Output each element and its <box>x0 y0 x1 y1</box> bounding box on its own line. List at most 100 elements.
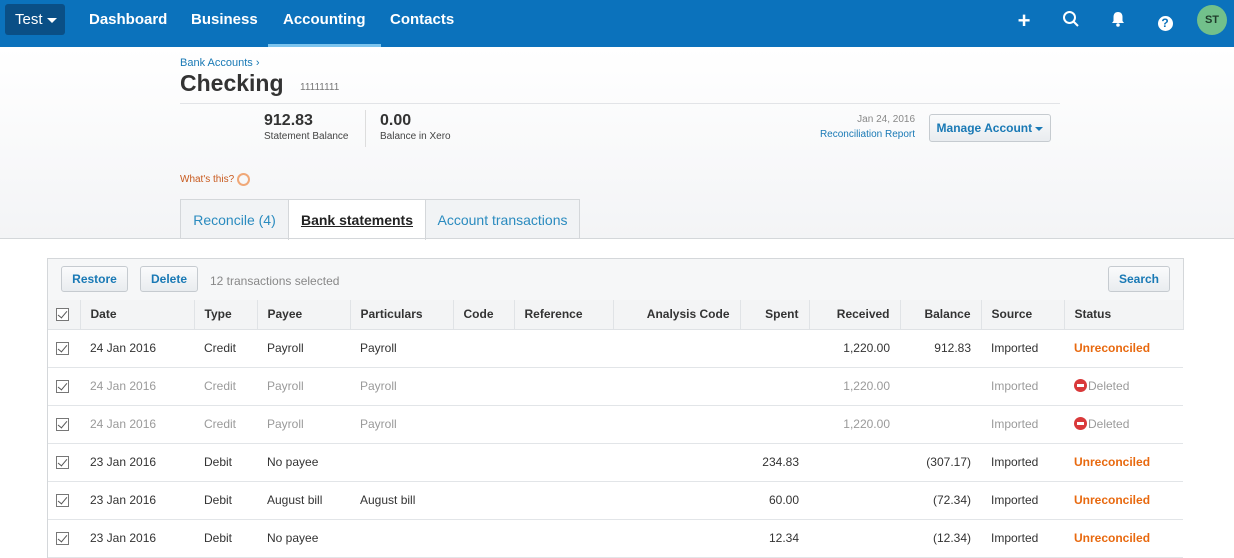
cell-code <box>453 329 514 368</box>
cell-payee: Payroll <box>257 405 350 444</box>
org-switcher[interactable]: Test <box>5 4 65 35</box>
cell-analysis-code <box>613 367 740 406</box>
org-name: Test <box>15 11 43 28</box>
xero-balance-value: 0.00 <box>380 112 412 129</box>
speech-bubble-icon <box>236 173 250 186</box>
cell-reference <box>514 519 613 558</box>
col-status[interactable]: Status <box>1064 300 1184 330</box>
account-number: 11111111 <box>300 82 340 93</box>
cell-source: Imported <box>981 367 1064 406</box>
cell-status: Deleted <box>1064 367 1183 406</box>
tab-bank-statements[interactable]: Bank statements <box>288 199 426 240</box>
help-icon[interactable]: ? <box>1154 10 1176 32</box>
cell-date: 23 Jan 2016 <box>80 519 194 558</box>
table-row[interactable]: 24 Jan 2016 Credit Payroll Payroll 1,220.00 9… <box>48 329 1183 368</box>
cell-analysis-code <box>613 519 740 558</box>
whats-this-link[interactable]: What's this? <box>180 173 250 186</box>
col-type[interactable]: Type <box>194 300 258 330</box>
cell-source: Imported <box>981 405 1064 444</box>
cell-spent <box>740 329 809 368</box>
cell-date: 24 Jan 2016 <box>80 329 194 368</box>
tab-account-transactions[interactable]: Account transactions <box>425 199 580 239</box>
statement-balance-label: Statement Balance <box>264 131 349 142</box>
col-payee[interactable]: Payee <box>257 300 351 330</box>
nav-dashboard[interactable]: Dashboard <box>89 0 167 47</box>
row-checkbox[interactable] <box>56 532 69 546</box>
cell-balance: 912.83 <box>900 329 981 368</box>
add-icon[interactable]: + <box>1013 10 1035 32</box>
whats-this-label: What's this? <box>180 174 235 186</box>
row-checkbox[interactable] <box>56 418 69 432</box>
row-checkbox[interactable] <box>56 494 69 508</box>
col-source[interactable]: Source <box>981 300 1065 330</box>
row-checkbox[interactable] <box>56 342 69 356</box>
cell-status: Unreconciled <box>1064 329 1183 368</box>
cell-analysis-code <box>613 443 740 482</box>
col-date[interactable]: Date <box>80 300 195 330</box>
breadcrumb-bank-accounts[interactable]: Bank Accounts › <box>180 57 260 69</box>
cell-particulars: Payroll <box>350 367 453 406</box>
search-icon[interactable] <box>1060 10 1082 32</box>
cell-analysis-code <box>613 481 740 520</box>
report-date: Jan 24, 2016 <box>857 114 915 125</box>
restore-button[interactable]: Restore <box>61 266 128 292</box>
cell-spent: 12.34 <box>740 519 809 558</box>
select-all-checkbox[interactable] <box>56 308 69 322</box>
cell-balance: (12.34) <box>900 519 981 558</box>
caret-down-icon <box>1035 126 1044 131</box>
cell-balance: (72.34) <box>900 481 981 520</box>
col-balance[interactable]: Balance <box>900 300 982 330</box>
nav-business[interactable]: Business <box>191 0 258 47</box>
status-label: Deleted <box>1088 417 1130 431</box>
cell-reference <box>514 367 613 406</box>
delete-button[interactable]: Delete <box>140 266 198 292</box>
nav-accounting[interactable]: Accounting <box>268 0 381 47</box>
user-avatar[interactable]: ST <box>1197 5 1227 35</box>
cell-spent <box>740 367 809 406</box>
cell-particulars: Payroll <box>350 405 453 444</box>
cell-type: Debit <box>194 443 257 482</box>
cell-particulars <box>350 519 453 558</box>
row-checkbox[interactable] <box>56 456 69 470</box>
bell-icon[interactable] <box>1107 10 1129 32</box>
tab-reconcile[interactable]: Reconcile (4) <box>180 199 289 239</box>
cell-analysis-code <box>613 405 740 444</box>
col-analysis-code[interactable]: Analysis Code <box>613 300 741 330</box>
col-particulars[interactable]: Particulars <box>350 300 454 330</box>
cell-payee: Payroll <box>257 329 350 368</box>
page-title: Checking <box>180 70 284 96</box>
table-row[interactable]: 23 Jan 2016 Debit August bill August bill 60… <box>48 481 1183 520</box>
nav-contacts[interactable]: Contacts <box>390 0 454 47</box>
cell-type: Credit <box>194 405 257 444</box>
table-row[interactable]: 24 Jan 2016 Credit Payroll Payroll 1,220.00 I… <box>48 405 1183 444</box>
cell-code <box>453 519 514 558</box>
search-button[interactable]: Search <box>1108 266 1170 292</box>
cell-reference <box>514 443 613 482</box>
cell-balance: (307.17) <box>900 443 981 482</box>
col-received[interactable]: Received <box>809 300 901 330</box>
xero-balance-label: Balance in Xero <box>380 131 451 142</box>
cell-source: Imported <box>981 329 1064 368</box>
col-reference[interactable]: Reference <box>514 300 614 330</box>
cell-analysis-code <box>613 329 740 368</box>
row-checkbox[interactable] <box>56 380 69 394</box>
cell-code <box>453 481 514 520</box>
col-spent[interactable]: Spent <box>740 300 810 330</box>
cell-source: Imported <box>981 519 1064 558</box>
col-code[interactable]: Code <box>453 300 515 330</box>
table-row[interactable]: 23 Jan 2016 Debit No payee 12.34 (12.34) Impo… <box>48 519 1183 558</box>
table-row[interactable]: 24 Jan 2016 Credit Payroll Payroll 1,220.00 I… <box>48 367 1183 406</box>
cell-payee: No payee <box>257 443 350 482</box>
reconciliation-report-link[interactable]: Reconciliation Report <box>800 129 915 140</box>
cell-balance <box>900 367 981 406</box>
deleted-icon <box>1074 417 1087 430</box>
table-row[interactable]: 23 Jan 2016 Debit No payee 234.83 (307.17) Im… <box>48 443 1183 482</box>
cell-type: Credit <box>194 367 257 406</box>
cell-type: Debit <box>194 481 257 520</box>
cell-spent <box>740 405 809 444</box>
statements-table: Date Type Payee Particulars Code Referen… <box>48 300 1184 558</box>
cell-reference <box>514 329 613 368</box>
manage-account-button[interactable]: Manage Account <box>929 114 1051 142</box>
cell-received: 1,220.00 <box>809 367 900 406</box>
cell-payee: August bill <box>257 481 350 520</box>
